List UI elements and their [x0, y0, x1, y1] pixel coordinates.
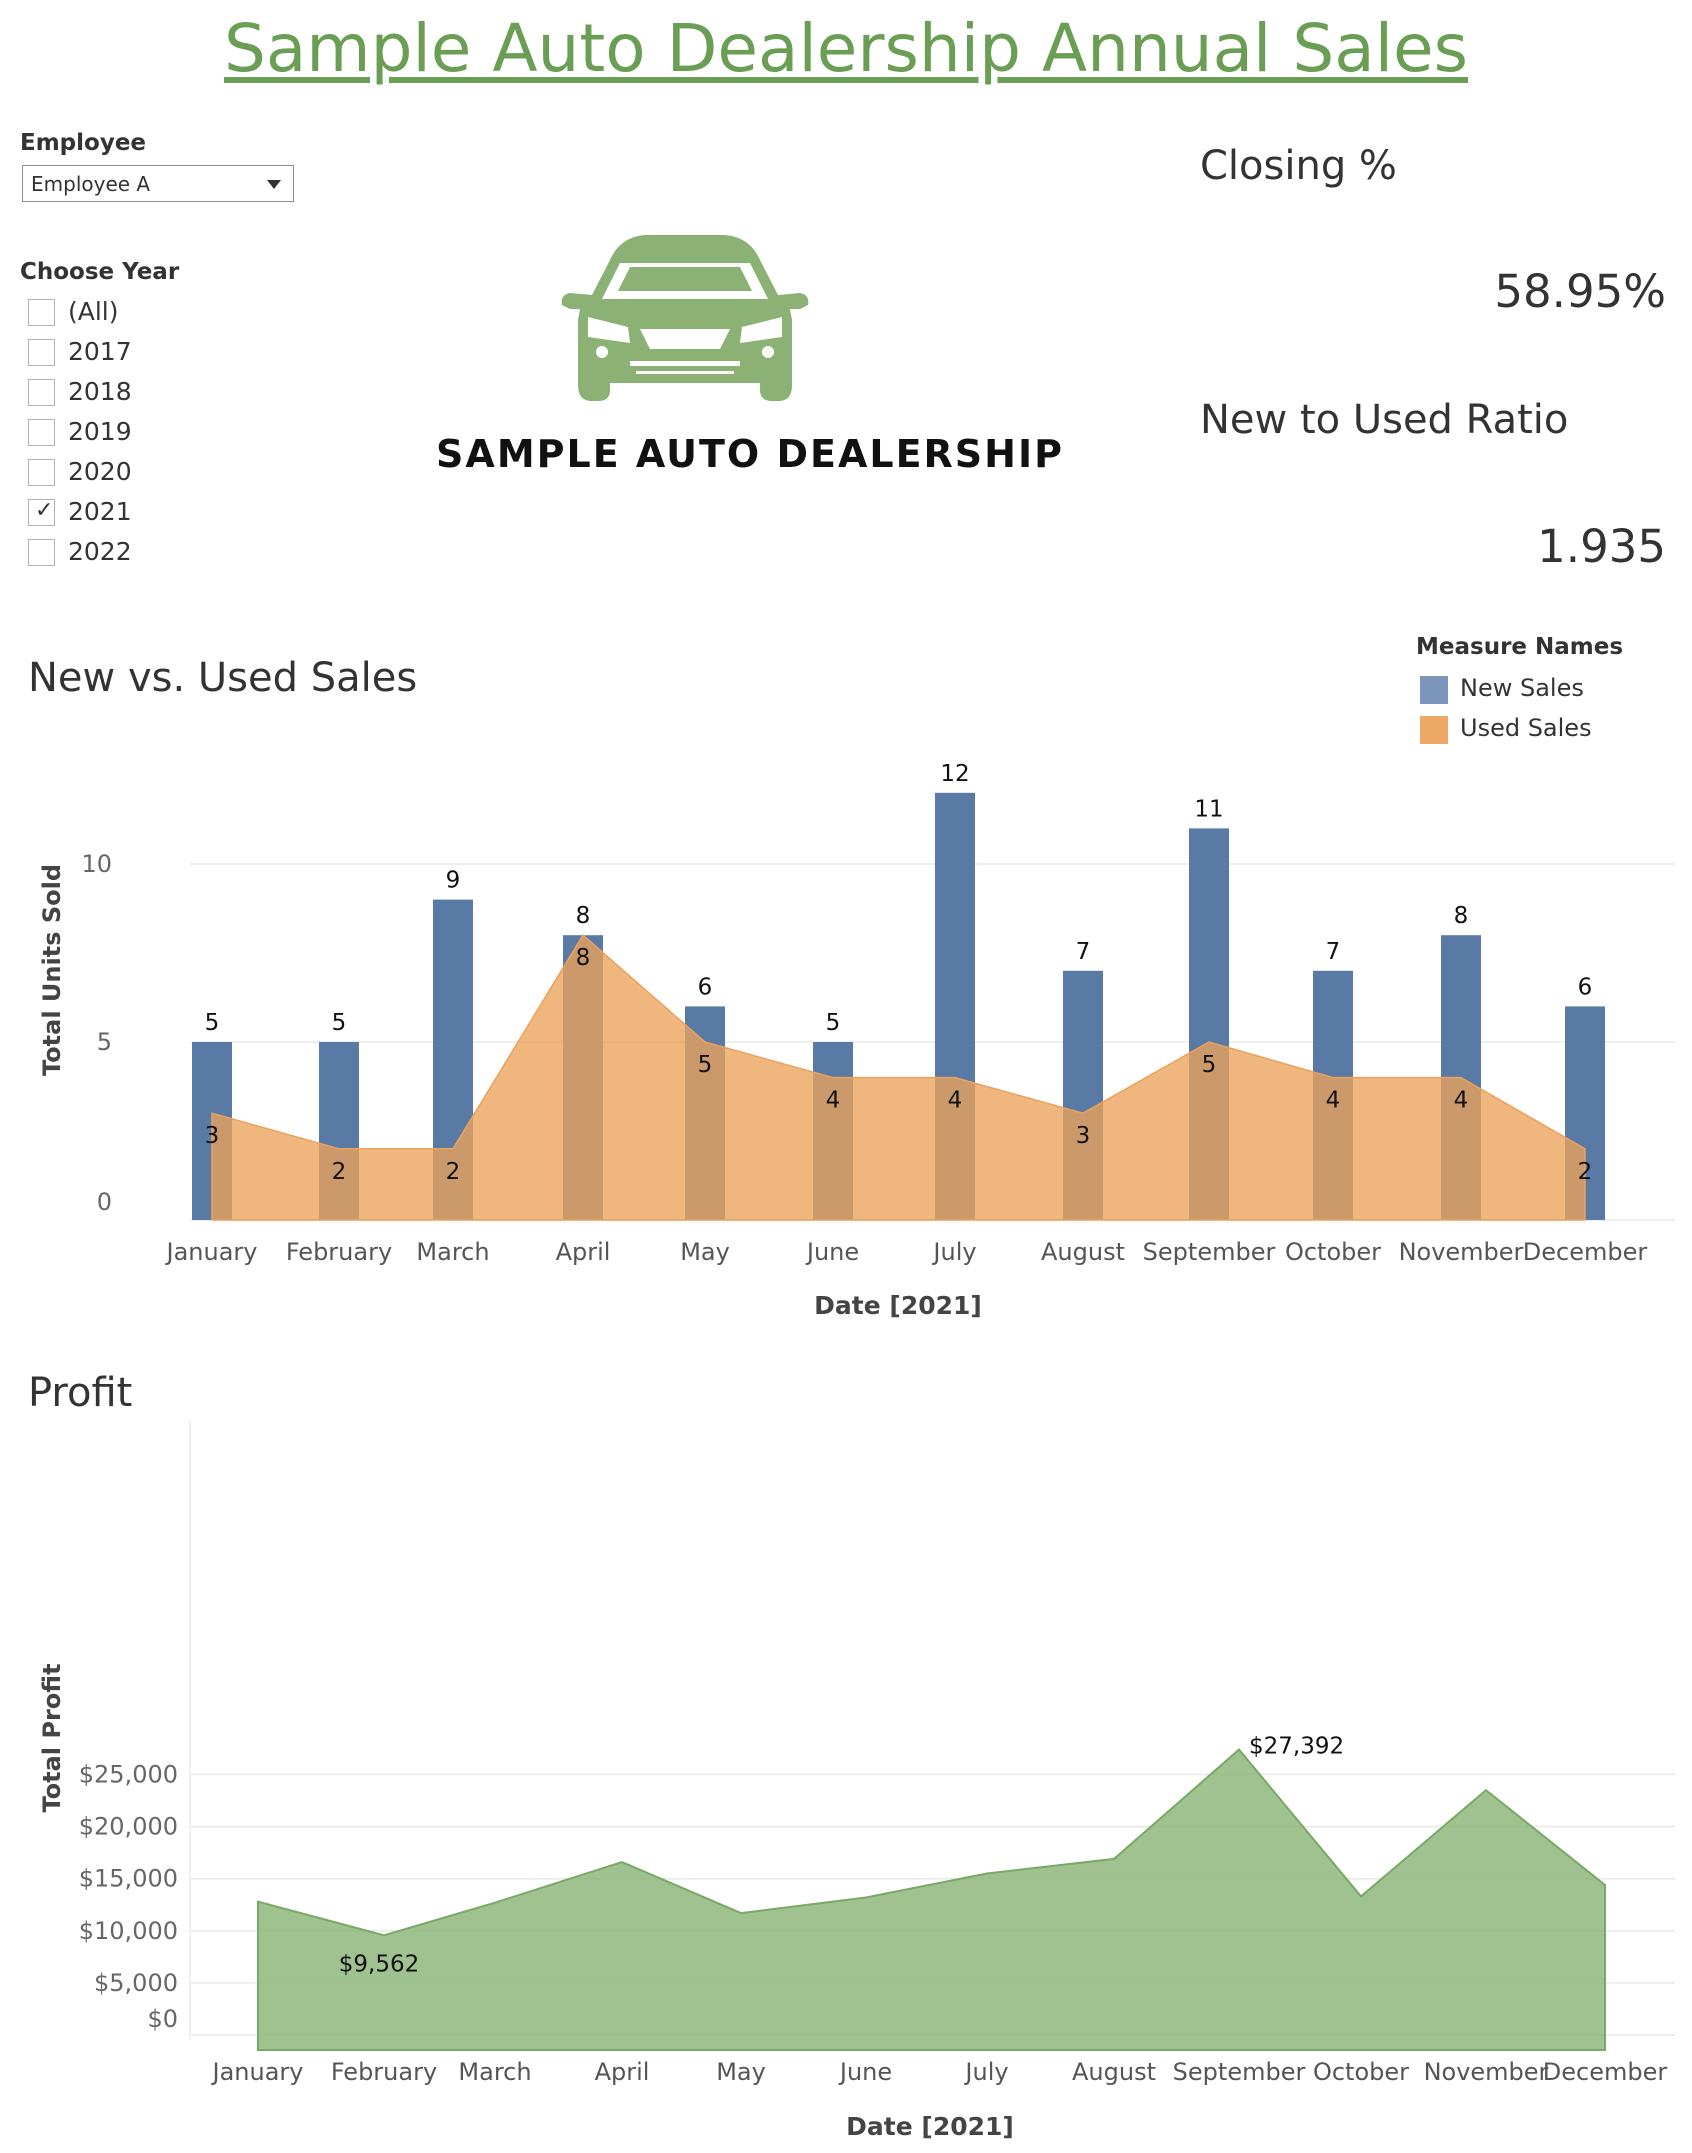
y-tick-label: 0 — [97, 1188, 112, 1216]
x-tick-label: April — [595, 2058, 650, 2086]
legend-title: Measure Names — [1416, 634, 1624, 660]
year-checkbox[interactable] — [28, 419, 55, 446]
new-sales-data-label: 5 — [332, 1010, 347, 1036]
y-axis-label: Total Profit — [38, 1663, 66, 1812]
used-sales-data-label: 5 — [1202, 1052, 1217, 1078]
used-sales-data-label: 5 — [698, 1052, 713, 1078]
x-tick-label: January — [165, 1238, 258, 1266]
year-option-label: 2018 — [68, 377, 132, 406]
x-tick-label: October — [1285, 1238, 1381, 1266]
profit-chart-title: Profit — [28, 1370, 133, 1416]
profit-annotation: $9,562 — [339, 1951, 419, 1977]
used-sales-area[interactable] — [211, 934, 1586, 1221]
used-sales-data-label: 4 — [1454, 1088, 1469, 1114]
used-sales-data-label: 4 — [948, 1088, 963, 1114]
x-tick-label: September — [1173, 2058, 1306, 2086]
year-filter-label: Choose Year — [20, 259, 180, 285]
year-checkbox[interactable] — [28, 339, 55, 366]
new-sales-data-label: 8 — [576, 903, 591, 929]
x-axis-label: Date [2021] — [814, 1291, 982, 1320]
used-sales-data-label: 3 — [205, 1123, 220, 1149]
x-tick-label: June — [838, 2058, 892, 2086]
new-sales-data-label: 5 — [826, 1010, 841, 1036]
legend-label: New Sales — [1460, 674, 1584, 702]
new-to-used-ratio-title: New to Used Ratio — [1200, 397, 1569, 443]
profit-area[interactable] — [257, 1748, 1606, 2051]
y-tick-label: 5 — [97, 1028, 112, 1056]
year-checkbox[interactable] — [28, 539, 55, 566]
used-sales-data-label: 2 — [446, 1159, 461, 1185]
employee-dropdown[interactable]: Employee A — [22, 165, 294, 202]
x-tick-label: December — [1543, 2058, 1668, 2086]
new-sales-data-label: 9 — [446, 868, 461, 894]
used-sales-data-label: 4 — [826, 1088, 841, 1114]
year-option-label: 2020 — [68, 457, 132, 486]
year-checkbox[interactable] — [28, 299, 55, 326]
new-sales-data-label: 8 — [1454, 903, 1469, 929]
new-sales-data-label: 7 — [1326, 939, 1341, 965]
new-sales-data-label: 12 — [940, 761, 969, 787]
x-tick-label: January — [211, 2058, 304, 2086]
year-option-label: (All) — [68, 297, 119, 326]
profit-annotation: $27,392 — [1249, 1734, 1344, 1760]
x-tick-label: May — [680, 1238, 730, 1266]
sales-chart-title: New vs. Used Sales — [28, 655, 418, 701]
y-tick-label: $0 — [147, 2005, 178, 2033]
profit-chart: $0 $5,000 $10,000 $15,000 $20,000 $25,000 $9,5… — [38, 1420, 1675, 2141]
x-tick-label: February — [286, 1238, 392, 1266]
used-sales-data-label: 4 — [1326, 1088, 1341, 1114]
new-sales-data-label: 5 — [205, 1010, 220, 1036]
chevron-down-icon[interactable] — [267, 180, 281, 189]
x-tick-label: November — [1399, 1238, 1524, 1266]
dashboard-title: Sample Auto Dealership Annual Sales — [223, 10, 1469, 87]
new-sales-data-label: 6 — [1578, 974, 1593, 1000]
x-tick-label: March — [416, 1238, 489, 1266]
x-tick-label: November — [1424, 2058, 1549, 2086]
x-tick-label: June — [805, 1238, 859, 1266]
x-tick-label: August — [1072, 2058, 1156, 2086]
y-tick-label: $20,000 — [79, 1813, 178, 1841]
x-tick-label: July — [931, 1238, 976, 1266]
employee-dropdown-value: Employee A — [31, 172, 151, 196]
year-option-label: 2019 — [68, 417, 132, 446]
year-checkbox[interactable] — [28, 459, 55, 486]
new-sales-data-label: 11 — [1194, 796, 1223, 822]
legend-label: Used Sales — [1460, 714, 1592, 742]
x-tick-label: December — [1523, 1238, 1648, 1266]
year-option-label: 2021 — [68, 497, 132, 526]
x-tick-label: July — [963, 2058, 1008, 2086]
x-tick-label: April — [556, 1238, 611, 1266]
y-axis-label: Total Units Sold — [38, 864, 66, 1076]
used-sales-data-label: 2 — [332, 1159, 347, 1185]
y-tick-label: $15,000 — [79, 1865, 178, 1893]
closing-percent-title: Closing % — [1200, 143, 1397, 189]
legend-swatch — [1420, 676, 1448, 704]
year-option-label: 2017 — [68, 337, 132, 366]
used-sales-data-label: 8 — [576, 945, 591, 971]
x-tick-label: October — [1313, 2058, 1409, 2086]
x-axis-label: Date [2021] — [846, 2112, 1014, 2141]
y-tick-label: $5,000 — [94, 1969, 178, 1997]
y-tick-label: $25,000 — [79, 1761, 178, 1789]
new-sales-data-label: 7 — [1076, 939, 1091, 965]
year-checkbox[interactable] — [28, 379, 55, 406]
y-tick-label: 10 — [81, 850, 112, 878]
year-checkbox[interactable]: ✓ — [28, 499, 55, 526]
sales-chart: 0 5 10 5 5 9 8 6 5 12 7 11 7 8 6 3 2 2 8 5 4 4 3 5 4 4 2 January Feb… — [38, 761, 1675, 1320]
x-tick-label: August — [1041, 1238, 1125, 1266]
logo-text: SAMPLE AUTO DEALERSHIP — [436, 432, 1064, 476]
new-sales-data-label: 6 — [698, 974, 713, 1000]
used-sales-data-label: 3 — [1076, 1123, 1091, 1149]
closing-percent-value: 58.95% — [1494, 265, 1666, 318]
used-sales-data-label: 2 — [1578, 1159, 1593, 1185]
x-tick-label: September — [1143, 1238, 1276, 1266]
new-to-used-ratio-value: 1.935 — [1537, 520, 1666, 573]
x-tick-label: May — [716, 2058, 766, 2086]
y-tick-label: $10,000 — [79, 1917, 178, 1945]
x-tick-label: March — [458, 2058, 531, 2086]
year-option-label: 2022 — [68, 537, 132, 566]
checkmark-icon: ✓ — [35, 498, 54, 523]
x-tick-label: February — [331, 2058, 437, 2086]
employee-filter-label: Employee — [20, 130, 147, 156]
